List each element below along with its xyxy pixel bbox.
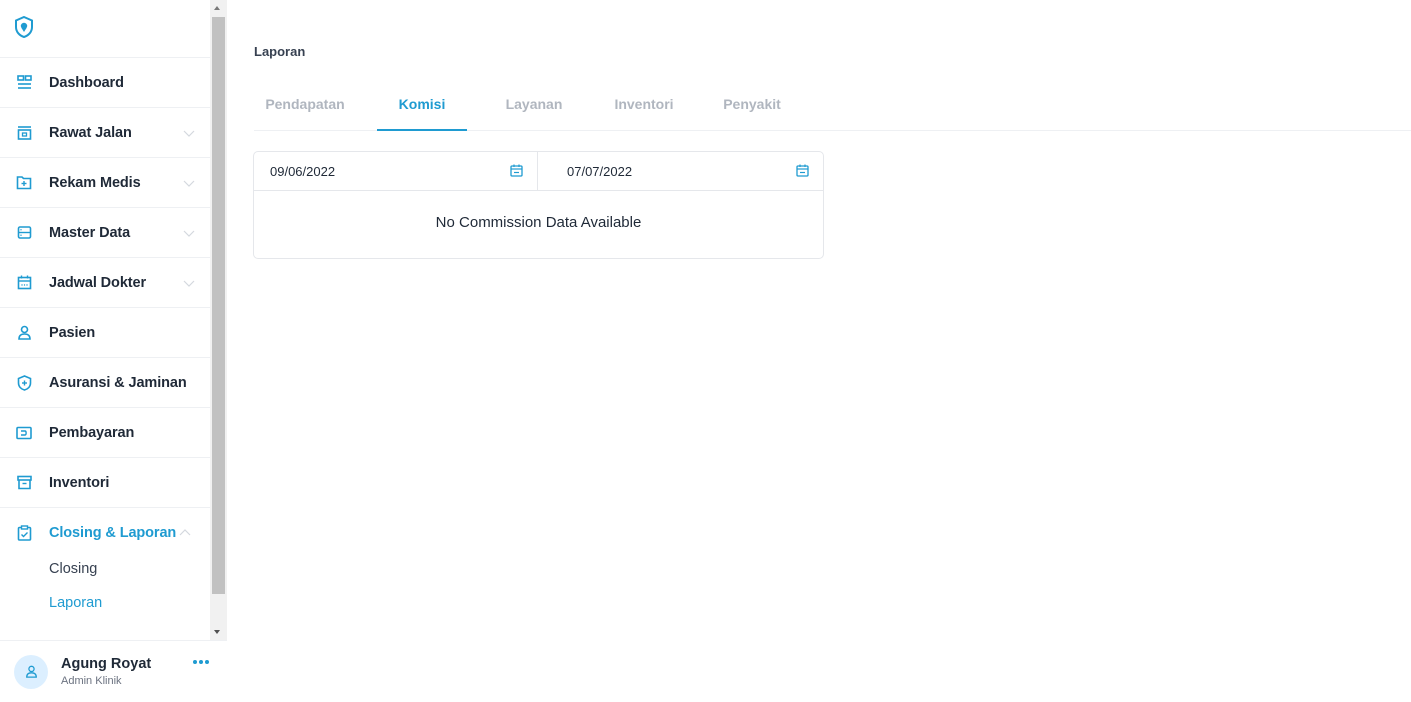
tab-komisi[interactable]: Komisi (377, 86, 467, 131)
clipboard-check-icon (16, 525, 32, 541)
sidebar-item-label: Rekam Medis (49, 174, 141, 191)
server-icon (16, 225, 32, 241)
chevron-down-icon[interactable] (182, 126, 196, 140)
submenu-closing-laporan: Closing Laporan (0, 552, 210, 628)
folder-plus-icon (16, 175, 32, 191)
sidebar-item-label: Rawat Jalan (49, 124, 132, 141)
sidebar-group-closing: Closing & Laporan Closing Laporan (0, 508, 210, 628)
end-date-input[interactable]: 07/07/2022 (538, 152, 823, 191)
tab-penyakit[interactable]: Penyakit (702, 86, 802, 131)
main-content: Laporan Pendapatan Komisi Layanan Invent… (227, 0, 1411, 702)
payment-icon (16, 425, 32, 441)
clinic-icon (16, 125, 32, 141)
archive-icon (16, 475, 32, 491)
empty-state-message: No Commission Data Available (435, 214, 642, 231)
user-profile: Agung Royat Admin Klinik (0, 640, 227, 702)
more-horizontal-icon[interactable] (193, 660, 209, 664)
end-date-value: 07/07/2022 (567, 163, 633, 179)
sidebar-item-label: Closing & Laporan (49, 525, 177, 541)
user-name: Agung Royat (61, 656, 152, 672)
tab-pendapatan[interactable]: Pendapatan (260, 86, 350, 131)
sidebar-item-closing-laporan[interactable]: Closing & Laporan (0, 508, 210, 558)
calendar-icon[interactable] (796, 164, 809, 177)
user-role: Admin Klinik (61, 675, 122, 687)
scroll-down-arrow-icon[interactable] (214, 630, 220, 634)
calendar-icon[interactable] (510, 164, 523, 177)
sidebar-item-label: Inventori (49, 474, 110, 491)
sidebar-item-jadwal-dokter[interactable]: Jadwal Dokter (0, 258, 210, 308)
sidebar-item-master-data[interactable]: Master Data (0, 208, 210, 258)
chevron-down-icon[interactable] (182, 176, 196, 190)
sidebar-item-label: Pasien (49, 324, 96, 341)
user-icon (16, 325, 32, 341)
avatar[interactable] (14, 654, 48, 689)
report-tabs: Pendapatan Komisi Layanan Inventori Peny… (254, 86, 1411, 131)
chevron-down-icon[interactable] (182, 226, 196, 240)
scroll-up-arrow-icon[interactable] (214, 6, 220, 10)
sidebar: Dashboard Rawat Jalan Rekam Medis Master… (0, 0, 227, 702)
chevron-up-icon[interactable] (178, 526, 192, 540)
sidebar-item-label: Asuransi & Jaminan (49, 374, 187, 391)
sidebar-item-asuransi[interactable]: Asuransi & Jaminan (0, 358, 210, 408)
sidebar-item-label: Master Data (49, 224, 131, 241)
logo-icon[interactable] (14, 15, 34, 43)
shield-plus-icon (16, 374, 32, 391)
scroll-thumb[interactable] (212, 17, 225, 594)
sidebar-item-rekam-medis[interactable]: Rekam Medis (0, 158, 210, 208)
logo-row (0, 0, 210, 58)
calendar-icon (16, 275, 32, 291)
sidebar-item-inventori[interactable]: Inventori (0, 458, 210, 508)
sidebar-item-dashboard[interactable]: Dashboard (0, 58, 210, 108)
commission-card: 09/06/2022 07/07/2022 No Commission Data… (253, 151, 824, 259)
chevron-down-icon[interactable] (182, 276, 196, 290)
sidebar-item-label: Jadwal Dokter (49, 274, 147, 291)
dashboard-icon (16, 75, 32, 91)
sidebar-item-label: Pembayaran (49, 424, 135, 441)
start-date-value: 09/06/2022 (270, 163, 336, 179)
user-icon (25, 665, 37, 678)
user-info: Agung Royat Admin Klinik (61, 656, 151, 687)
sidebar-nav: Dashboard Rawat Jalan Rekam Medis Master… (0, 0, 210, 628)
tab-inventori[interactable]: Inventori (589, 86, 699, 131)
sidebar-item-pembayaran[interactable]: Pembayaran (0, 408, 210, 458)
start-date-input[interactable]: 09/06/2022 (254, 152, 538, 191)
sidebar-item-rawat-jalan[interactable]: Rawat Jalan (0, 108, 210, 158)
tab-layanan[interactable]: Layanan (489, 86, 579, 131)
sidebar-item-pasien[interactable]: Pasien (0, 308, 210, 358)
sidebar-item-label: Dashboard (49, 74, 124, 91)
sidebar-scrollbar[interactable] (210, 0, 227, 640)
page-title: Laporan (254, 44, 306, 59)
sidebar-subitem-laporan[interactable]: Laporan (0, 586, 210, 620)
